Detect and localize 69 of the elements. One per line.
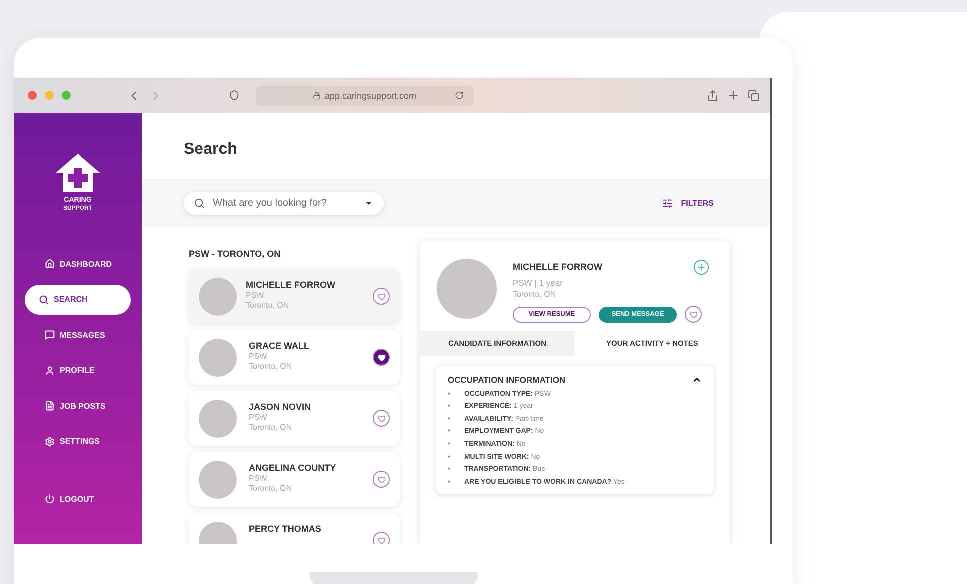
tabs-icon[interactable] [748,90,760,102]
heart-icon [378,414,386,422]
candidate-location: Toronto, ON [513,290,558,299]
candidate-name: PERCY THOMAS [249,524,322,534]
search-icon [194,198,205,208]
close-dot-icon[interactable] [28,91,37,100]
candidate-card[interactable]: ANGELINA COUNTY PSW Toronto, ON [189,452,400,507]
candidate-role: PSW [246,291,266,300]
candidate-name: ANGELINA COUNTY [249,463,338,473]
heart-icon [690,310,698,318]
address-bar[interactable]: app.caringsupport.com [256,86,474,106]
candidate-summary: PSW | 1 year [513,278,564,288]
lock-icon [312,92,321,100]
minimize-dot-icon[interactable] [45,91,54,100]
section-header[interactable]: OCCUPATION INFORMATION [448,375,702,385]
plus-circle-icon [693,259,710,276]
logout-item[interactable]: LOGOUT [25,484,131,514]
sidebar-nav-item[interactable]: PROFILE [25,356,131,386]
candidate-location: Toronto, ON [249,484,294,493]
favorite-button[interactable] [373,349,390,366]
chat-icon [45,330,55,340]
reload-icon[interactable] [454,91,464,100]
filters-button[interactable]: FILTERS [656,196,720,210]
page-title: Search [184,141,238,160]
heart-icon [378,476,386,484]
dropdown-caret-icon[interactable] [366,202,372,204]
candidate-name: MICHELLE FORROW [246,280,336,290]
heart-icon [378,536,386,544]
house-cross-logo-icon [55,153,101,193]
chevron-up-icon [692,375,702,385]
candidate-card[interactable]: PERCY THOMAS [189,513,400,544]
candidate-location: Toronto, ON [249,423,294,432]
share-icon[interactable] [707,90,719,102]
candidate-name: MICHELLE FORROW [513,262,604,272]
avatar-placeholder [199,338,237,376]
add-button[interactable] [693,259,710,276]
search-field[interactable]: What are you looking for? [184,192,384,214]
candidate-location: Toronto, ON [249,362,294,371]
sidebar-nav-item[interactable]: JOB POSTS [25,391,131,421]
candidate-role: PSW [249,352,268,361]
search-icon [39,294,49,304]
candidate-name: GRACE WALL [249,341,310,351]
candidate-role: PSW [249,474,268,483]
power-icon [45,494,55,504]
sidebar-nav-item[interactable]: DASHBOARD [25,249,131,279]
heart-icon [378,292,386,300]
avatar-placeholder [199,278,237,316]
section-title: OCCUPATION INFORMATION [448,375,566,385]
candidate-location: Toronto, ON [246,301,290,310]
user-icon [45,366,55,376]
sidebar-nav-item[interactable]: SEARCH [25,284,131,314]
sliders-icon [662,198,674,208]
sidebar-nav-item[interactable]: MESSAGES [25,320,131,350]
candidate-name: JASON NOVIN [249,402,312,412]
candidate-card[interactable]: MICHELLE FORROW PSW Toronto, ON [189,269,400,324]
document-icon [45,401,55,411]
results-heading: PSW - TORONTO, ON [189,249,282,259]
sidebar-nav-item[interactable]: SETTINGS [25,426,131,456]
home-icon [45,259,55,269]
heart-icon [378,354,386,362]
candidate-card[interactable]: GRACE WALL PSW Toronto, ON [189,330,400,385]
avatar-placeholder [199,400,237,438]
shield-icon[interactable] [229,90,240,101]
avatar-placeholder [199,460,237,498]
candidate-card[interactable]: JASON NOVIN PSW Toronto, ON [189,391,400,446]
settings-icon [45,436,55,446]
candidate-role: PSW [249,413,268,422]
maximize-dot-icon[interactable] [62,91,71,100]
new-tab-icon[interactable] [727,89,740,102]
